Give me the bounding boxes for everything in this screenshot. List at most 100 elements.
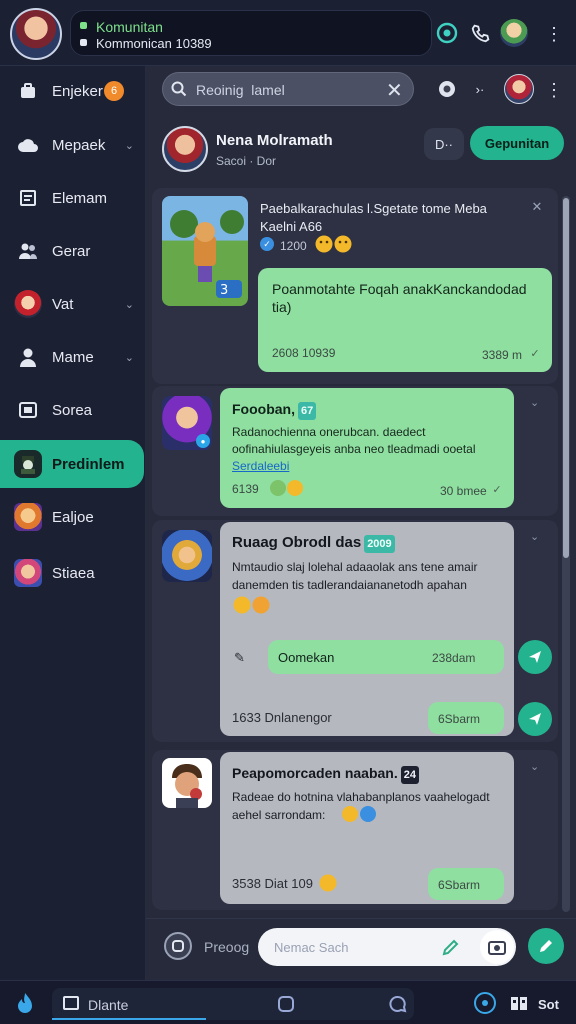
profile-avatar[interactable] bbox=[10, 8, 62, 60]
sidebar-item-label: Ealjoe bbox=[52, 508, 94, 526]
search-icon bbox=[170, 80, 188, 98]
sender-name: Ruaag Obrodl das 2009 bbox=[232, 534, 395, 553]
online-icon bbox=[80, 22, 87, 29]
checkmark-icon: ✓ bbox=[492, 483, 502, 496]
message-time: 6Sbarm bbox=[438, 712, 481, 726]
phone-icon[interactable] bbox=[468, 20, 494, 46]
chevron-down-icon: ⌄ bbox=[124, 139, 134, 152]
more-vertical-icon[interactable]: ⋮ bbox=[544, 22, 564, 46]
close-icon[interactable]: ✕ bbox=[530, 199, 544, 214]
message-meta: 3538 Diat 109 bbox=[232, 876, 313, 891]
sidebar-item-elemam[interactable]: Elemam bbox=[0, 175, 146, 221]
compose-button[interactable] bbox=[528, 928, 564, 964]
game-avatar-icon bbox=[14, 290, 42, 318]
sidebar-item-ealjoe[interactable]: Ealjoe bbox=[0, 494, 146, 540]
message-input[interactable] bbox=[258, 928, 516, 966]
sender-avatar[interactable] bbox=[162, 530, 212, 582]
nav-right-label[interactable]: Sot bbox=[538, 996, 559, 1014]
sidebar-item-stiaea[interactable]: Stiaea bbox=[0, 550, 146, 596]
attach-icon[interactable] bbox=[164, 932, 192, 960]
chat-subtitle: Kommonican 10389 bbox=[96, 36, 212, 51]
post-text: Paebalkarachulas l.Sgetate tome Meba Kae… bbox=[260, 201, 487, 234]
active-tab-indicator bbox=[52, 1018, 206, 1020]
sender-avatar[interactable] bbox=[162, 758, 212, 808]
sidebar-item-gerar[interactable]: Gerar bbox=[0, 228, 146, 274]
sidebar-item-mame[interactable]: Mame ⌄ bbox=[0, 334, 146, 380]
chat-bubble-icon[interactable] bbox=[434, 20, 460, 46]
verified-icon: ✓ bbox=[260, 237, 274, 251]
reply-date: 2608 10939 bbox=[272, 346, 336, 360]
sidebar-item-label: Predinlem bbox=[52, 455, 125, 473]
contact-avatar[interactable] bbox=[162, 126, 208, 172]
inline-reply-time: 238dam bbox=[432, 651, 476, 665]
people-icon bbox=[14, 237, 42, 265]
forward-icon[interactable]: ›· bbox=[470, 80, 490, 98]
scrollbar-thumb[interactable] bbox=[563, 198, 569, 558]
sidebar-item-mepaek[interactable]: Mepaek ⌄ bbox=[0, 122, 146, 168]
chevron-down-icon: ⌄ bbox=[124, 298, 134, 311]
chat-title: Komunitan bbox=[96, 19, 163, 35]
gamepad-icon[interactable] bbox=[508, 994, 530, 1014]
emoji-icon bbox=[340, 804, 380, 824]
chevron-down-icon[interactable]: ⌄ bbox=[530, 396, 539, 409]
nav-label[interactable]: Dlante bbox=[88, 996, 128, 1014]
chevron-down-icon[interactable]: ⌄ bbox=[530, 760, 539, 773]
members-icon bbox=[80, 39, 87, 46]
game-thumbnail[interactable]: 3 bbox=[162, 196, 248, 306]
sidebar-item-vat[interactable]: Vat ⌄ bbox=[0, 281, 146, 327]
composer-label: Preoog bbox=[204, 939, 250, 955]
message-text: Radanochienna onerubcan. daedect oofinah… bbox=[232, 425, 476, 473]
camera-icon[interactable] bbox=[480, 930, 514, 964]
sender-tag: 67 bbox=[298, 402, 317, 420]
sidebar-item-enjeker[interactable]: Enjeker 6 bbox=[0, 68, 146, 114]
send-button[interactable] bbox=[518, 640, 552, 674]
sidebar-item-label: Mepaek bbox=[52, 136, 106, 154]
message-time: 6Sbarm bbox=[438, 878, 481, 892]
cloud-icon bbox=[14, 131, 42, 159]
reply-timestamp: 3389 m bbox=[482, 348, 523, 362]
emoji-icon bbox=[318, 873, 338, 893]
window-icon[interactable] bbox=[62, 994, 80, 1012]
square-icon[interactable] bbox=[276, 994, 296, 1014]
close-icon[interactable]: ✕ bbox=[386, 78, 403, 103]
reply-text: Poanmotahte Foqah anakKanckandodad tia) bbox=[272, 281, 527, 315]
edit-icon[interactable]: ✎ bbox=[234, 650, 245, 666]
bag-icon bbox=[14, 77, 42, 105]
app-logo-icon[interactable] bbox=[12, 990, 38, 1016]
brush-icon[interactable] bbox=[440, 936, 462, 958]
chevron-down-icon: ⌄ bbox=[124, 351, 134, 364]
send-icon bbox=[529, 651, 541, 663]
sidebar-item-predinlem[interactable]: Predinlem bbox=[0, 440, 144, 488]
message-text: Nmtaudio slaj lolehal adaaolak ans tene … bbox=[232, 560, 478, 592]
more-vertical-icon[interactable]: ⋮ bbox=[545, 78, 563, 102]
sender-name: Foooban, 67 bbox=[232, 400, 317, 420]
chat-icon[interactable] bbox=[388, 994, 408, 1014]
community-button[interactable]: Gepunitan bbox=[470, 126, 564, 160]
emoji-icon bbox=[314, 234, 354, 254]
options-button[interactable]: D·· bbox=[424, 128, 464, 160]
message-link[interactable]: Serdaleebi bbox=[232, 459, 289, 473]
user-avatar-icon[interactable] bbox=[504, 74, 534, 104]
contact-name: Nena Molramath bbox=[216, 132, 333, 149]
message-time: 30 bmee bbox=[440, 484, 487, 498]
send-button[interactable] bbox=[518, 702, 552, 736]
sidebar-item-label: Gerar bbox=[52, 242, 91, 260]
sidebar-item-label: Enjeker bbox=[52, 82, 103, 100]
sidebar-item-label: Sorea bbox=[52, 401, 93, 419]
search-input[interactable] bbox=[196, 80, 376, 100]
chevron-down-icon[interactable]: ⌄ bbox=[530, 530, 539, 543]
character-icon bbox=[14, 559, 42, 587]
document-icon bbox=[14, 184, 42, 212]
emoji-icon bbox=[268, 478, 308, 498]
sidebar-item-label: Elemam bbox=[52, 189, 108, 207]
sidebar-item-sorea[interactable]: Sorea bbox=[0, 387, 146, 433]
emoji-icon bbox=[232, 594, 274, 616]
friend-avatar-icon[interactable] bbox=[500, 19, 528, 47]
record-icon[interactable] bbox=[436, 78, 458, 100]
settings-icon[interactable] bbox=[474, 992, 496, 1014]
inline-reply-text: Oomekan bbox=[278, 650, 335, 665]
checkmark-icon: ✓ bbox=[530, 347, 540, 360]
contact-status: Sacoi · Dor bbox=[216, 154, 277, 168]
sender-name: Peapomorcaden naaban. 24 bbox=[232, 764, 419, 784]
sidebar-item-label: Stiaea bbox=[52, 564, 95, 582]
